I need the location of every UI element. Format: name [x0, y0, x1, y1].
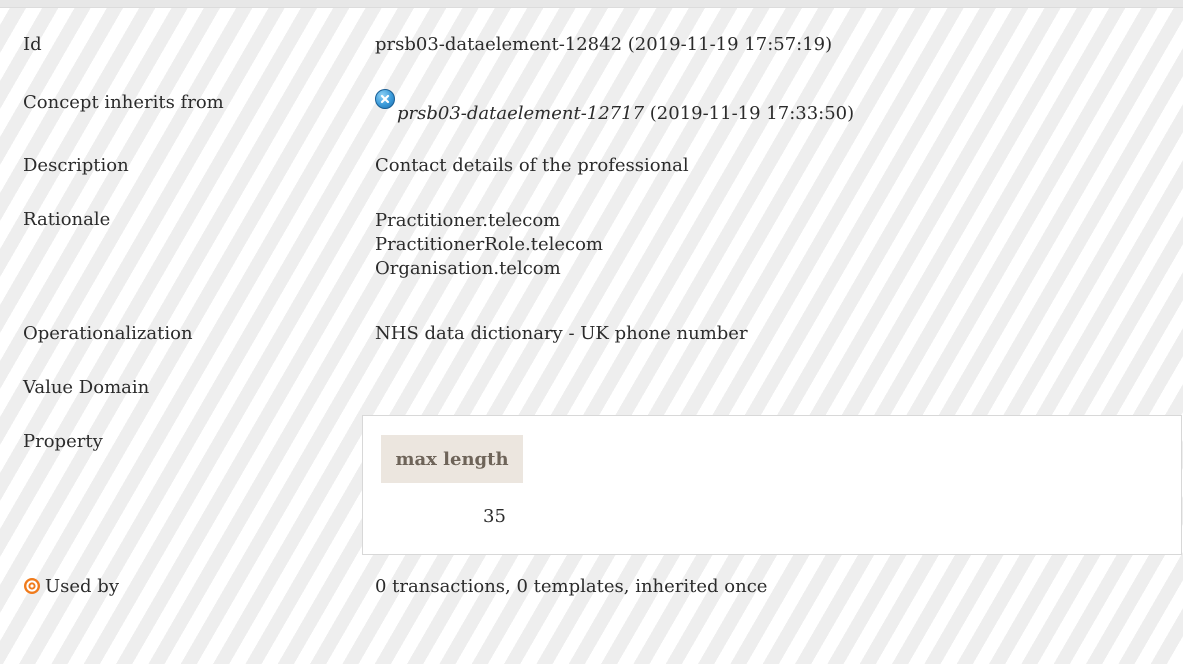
operationalization-value: NHS data dictionary - UK phone number — [375, 323, 748, 344]
inherits-link[interactable]: prsb03-dataelement-12717 — [397, 103, 644, 124]
rationale-line: Practitioner.telecom — [375, 210, 561, 231]
description-label: Description — [23, 155, 129, 176]
max-length-value: 35 — [483, 506, 506, 527]
top-bar — [0, 0, 1183, 8]
description-value: Contact details of the professional — [375, 155, 689, 176]
rationale-line: PractitionerRole.telecom — [375, 234, 603, 255]
close-circle-icon[interactable] — [375, 89, 395, 109]
used-by-label-wrap[interactable]: Used by — [23, 576, 119, 597]
rationale-label: Rationale — [23, 209, 111, 230]
max-length-header: max length — [381, 435, 523, 483]
inherits-date: (2019-11-19 17:33:50) — [644, 103, 855, 124]
used-by-value: 0 transactions, 0 templates, inherited o… — [375, 576, 768, 597]
value-domain-label: Value Domain — [23, 377, 150, 398]
id-label: Id — [23, 34, 42, 55]
property-table: max length 35 — [362, 415, 1182, 555]
used-by-label: Used by — [45, 576, 119, 597]
id-value: prsb03-dataelement-12842 (2019-11-19 17:… — [375, 34, 833, 55]
inherits-label: Concept inherits from — [23, 92, 224, 113]
inherits-value: prsb03-dataelement-12717 (2019-11-19 17:… — [375, 89, 855, 124]
target-icon[interactable] — [23, 577, 41, 595]
operationalization-label: Operationalization — [23, 323, 193, 344]
rationale-value: Practitioner.telecom PractitionerRole.te… — [375, 209, 603, 281]
property-label: Property — [23, 431, 103, 452]
rationale-line: Organisation.telcom — [375, 258, 561, 279]
